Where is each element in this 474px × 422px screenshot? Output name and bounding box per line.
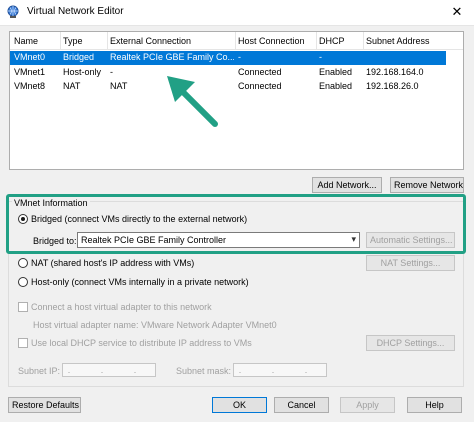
row-type: Bridged: [63, 52, 95, 62]
title-bar: Virtual Network Editor ✕: [0, 0, 474, 26]
vmnet-information-legend: VMnet Information: [12, 198, 90, 208]
nat-label[interactable]: NAT (shared host's IP address with VMs): [31, 258, 194, 268]
table-header: Name Type External Connection Host Conne…: [10, 32, 463, 50]
row-name: VMnet8: [14, 81, 46, 91]
connect-adapter-checkbox[interactable]: [18, 302, 28, 312]
subnet-ip-value: . . .: [67, 365, 151, 375]
window-title: Virtual Network Editor: [27, 6, 124, 17]
bridged-radio[interactable]: [18, 214, 28, 224]
bridged-to-value: Realtek PCIe GBE Family Controller: [81, 235, 227, 245]
subnet-mask-value: . . .: [238, 365, 322, 375]
nat-radio[interactable]: [18, 258, 28, 268]
row-external: -: [110, 67, 113, 77]
column-header-host[interactable]: Host Connection: [238, 36, 305, 46]
cancel-button[interactable]: Cancel: [274, 397, 329, 413]
dhcp-checkbox[interactable]: [18, 338, 28, 348]
host-only-radio[interactable]: [18, 277, 28, 287]
table-row[interactable]: VMnet8 NAT NAT Connected Enabled 192.168…: [10, 80, 446, 94]
column-header-name[interactable]: Name: [14, 36, 38, 46]
ok-button[interactable]: OK: [212, 397, 267, 413]
row-host: Connected: [238, 67, 282, 77]
column-header-external[interactable]: External Connection: [110, 36, 191, 46]
table-row[interactable]: VMnet1 Host-only - Connected Enabled 192…: [10, 66, 446, 80]
dhcp-label[interactable]: Use local DHCP service to distribute IP …: [31, 338, 252, 348]
bridged-to-select[interactable]: Realtek PCIe GBE Family Controller ▾: [77, 232, 360, 248]
bridged-to-label: Bridged to:: [33, 236, 77, 246]
column-header-type[interactable]: Type: [63, 36, 83, 46]
remove-network-button[interactable]: Remove Network: [390, 177, 464, 193]
automatic-settings-button[interactable]: Automatic Settings...: [366, 232, 455, 248]
dhcp-settings-button[interactable]: DHCP Settings...: [366, 335, 455, 351]
close-icon[interactable]: ✕: [440, 0, 474, 26]
row-name: VMnet1: [14, 67, 46, 77]
restore-defaults-button[interactable]: Restore Defaults: [8, 397, 81, 413]
row-external: Realtek PCIe GBE Family Co...: [110, 52, 234, 62]
subnet-ip-label: Subnet IP:: [18, 366, 61, 376]
vmnet-information-group: [8, 201, 464, 387]
adapter-name-label: Host virtual adapter name: VMware Networ…: [33, 320, 277, 330]
row-type: NAT: [63, 81, 81, 91]
network-editor-icon: [7, 5, 19, 18]
row-host: Connected: [238, 81, 282, 91]
table-row[interactable]: VMnet0 Bridged Realtek PCIe GBE Family C…: [10, 51, 446, 65]
host-only-label[interactable]: Host-only (connect VMs internally in a p…: [31, 277, 249, 287]
apply-button[interactable]: Apply: [340, 397, 395, 413]
row-dhcp: -: [319, 52, 322, 62]
network-table[interactable]: Name Type External Connection Host Conne…: [9, 31, 464, 170]
column-header-dhcp[interactable]: DHCP: [319, 36, 345, 46]
row-type: Host-only: [63, 67, 102, 77]
nat-settings-button[interactable]: NAT Settings...: [366, 255, 455, 271]
row-subnet: 192.168.26.0: [366, 81, 419, 91]
row-external: NAT: [110, 81, 128, 91]
connect-adapter-label[interactable]: Connect a host virtual adapter to this n…: [31, 302, 212, 312]
row-host: -: [238, 52, 241, 62]
chevron-down-icon: ▾: [351, 234, 356, 244]
add-network-button[interactable]: Add Network...: [312, 177, 382, 193]
subnet-mask-label: Subnet mask:: [176, 366, 232, 376]
subnet-ip-input[interactable]: . . .: [62, 363, 156, 377]
row-dhcp: Enabled: [319, 67, 353, 77]
help-button[interactable]: Help: [407, 397, 462, 413]
row-dhcp: Enabled: [319, 81, 353, 91]
subnet-mask-input[interactable]: . . .: [233, 363, 327, 377]
row-subnet: 192.168.164.0: [366, 67, 424, 77]
bridged-label[interactable]: Bridged (connect VMs directly to the ext…: [31, 214, 247, 224]
row-name: VMnet0: [14, 52, 46, 62]
column-header-subnet[interactable]: Subnet Address: [366, 36, 430, 46]
